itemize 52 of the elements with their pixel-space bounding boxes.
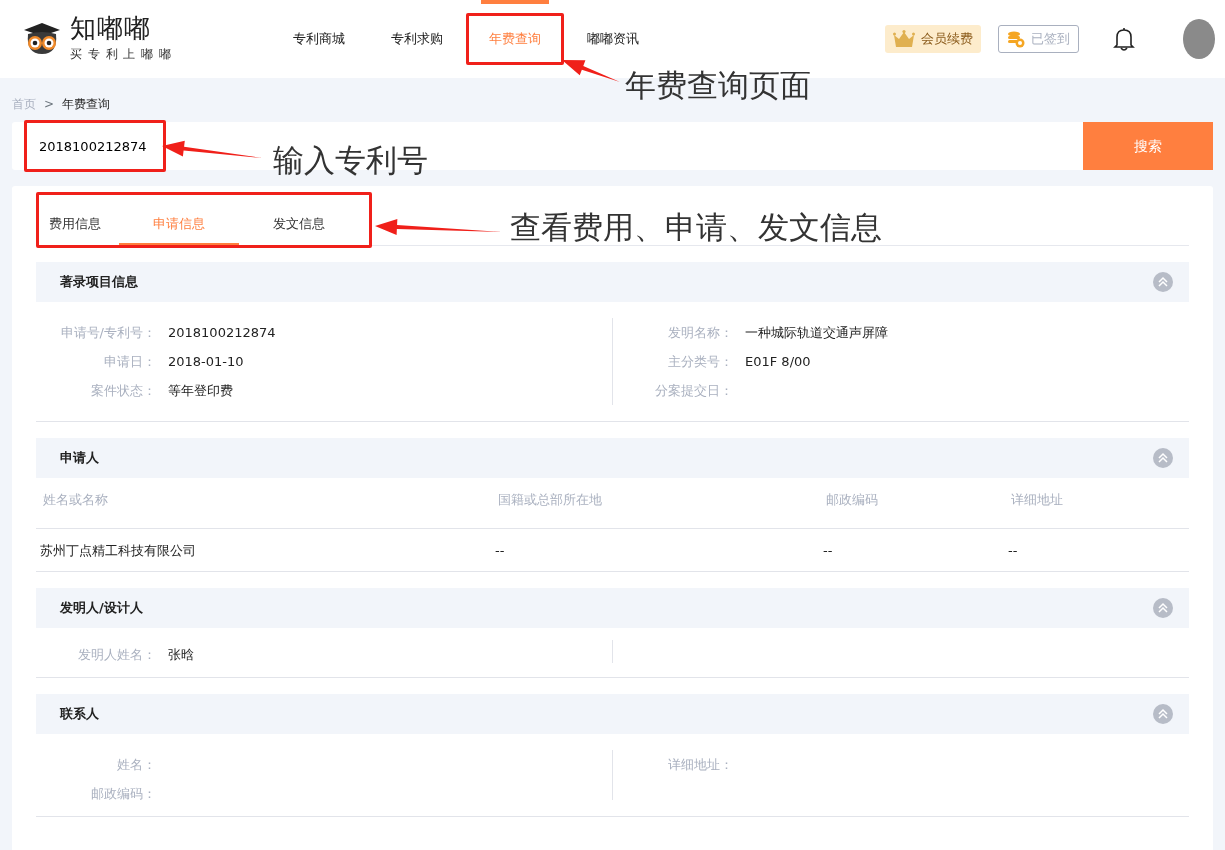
section-title: 发明人/设计人 — [60, 599, 143, 618]
annotation-text: 输入专利号 — [273, 145, 428, 176]
section-title: 申请人 — [60, 449, 99, 468]
table-cell-text: -- — [494, 542, 506, 560]
column-header: 详细地址 — [1004, 478, 1189, 529]
field-label: 邮政编码： — [90, 784, 156, 803]
breadcrumb-separator: > — [44, 96, 55, 113]
tab[interactable]: 费用信息 — [49, 205, 119, 245]
section-title: 著录项目信息 — [60, 273, 138, 292]
tab[interactable]: 发文信息 — [239, 205, 359, 245]
coins-icon — [1007, 30, 1025, 48]
column-header: 邮政编码 — [819, 478, 1004, 529]
table-cell-text: 苏州丁点精工科技有限公司 — [39, 542, 197, 560]
field-label: 主分类号： — [667, 352, 733, 371]
field-label: 分案提交日： — [654, 381, 733, 400]
field-label: 详细地址： — [667, 755, 733, 774]
field-value: 2018100212874 — [167, 323, 276, 342]
logo-slogan: 买 专 利 上 嘟 嘟 — [70, 46, 173, 63]
logo-text: 知嘟嘟 — [70, 15, 152, 41]
nav-link[interactable]: 专利商城 — [270, 13, 369, 65]
field-label: 发明人姓名： — [77, 645, 156, 664]
nav-link[interactable]: 嘟嘟资讯 — [564, 13, 663, 65]
collapse-icon[interactable] — [1153, 272, 1173, 292]
collapse-icon[interactable] — [1153, 704, 1173, 724]
section-title: 联系人 — [60, 705, 99, 724]
column-header: 姓名或名称 — [36, 478, 491, 529]
field-value: 一种城际轨道交通声屏障 — [744, 323, 888, 342]
table-cell-text: -- — [1007, 542, 1019, 560]
annotation-arrow — [562, 60, 620, 82]
field-label: 申请号/专利号： — [59, 323, 156, 342]
collapse-icon[interactable] — [1153, 448, 1173, 468]
nav-link[interactable]: 专利求购 — [368, 13, 467, 65]
user-avatar[interactable] — [1183, 19, 1215, 59]
patent-number-input[interactable]: 2018100212874 — [24, 120, 166, 172]
crown-icon — [893, 30, 915, 48]
annotation-text: 年费查询页面 — [625, 70, 811, 101]
field-label: 案件状态： — [90, 381, 156, 400]
owl-logo-icon — [22, 22, 62, 56]
field-label: 申请日： — [103, 352, 156, 371]
field-value: 2018-01-10 — [167, 352, 244, 371]
field-value: 等年登印费 — [167, 381, 233, 400]
field-label: 姓名： — [116, 755, 156, 774]
field-value: 张晗 — [167, 645, 194, 664]
table-cell-text: -- — [822, 542, 834, 560]
notification-bell-icon[interactable] — [1113, 27, 1135, 51]
field-value: E01F 8/00 — [744, 352, 811, 371]
collapse-icon[interactable] — [1153, 598, 1173, 618]
vip-renew-button[interactable]: 会员续费 — [885, 25, 981, 53]
breadcrumb-current: 年费查询 — [62, 96, 111, 113]
annotation-text: 查看费用、申请、发文信息 — [510, 212, 882, 243]
field-label: 发明名称： — [667, 323, 733, 342]
column-header: 国籍或总部所在地 — [491, 478, 819, 529]
